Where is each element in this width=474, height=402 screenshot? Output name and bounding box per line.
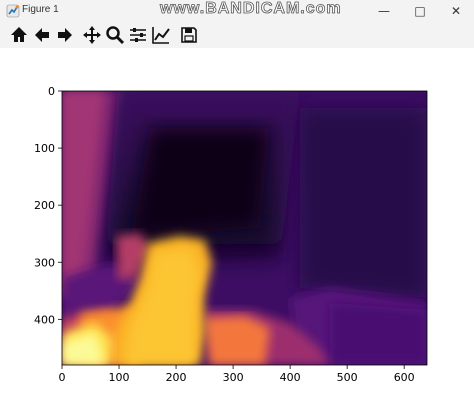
x-tick-label: 500 — [337, 371, 358, 384]
back-arrow-icon[interactable] — [32, 25, 52, 45]
configure-subplots-icon[interactable] — [128, 25, 148, 45]
heatmap-plot: 0 100 200 300 400 500 600 0 100 200 300 400 — [34, 85, 428, 384]
home-icon[interactable] — [9, 25, 29, 45]
toolbar — [0, 22, 474, 48]
heatmap-image — [62, 91, 427, 365]
zoom-icon[interactable] — [105, 25, 125, 45]
y-tick-label: 200 — [34, 199, 55, 212]
y-tick-label: 300 — [34, 256, 55, 269]
x-tick-label: 200 — [166, 371, 187, 384]
pan-icon[interactable] — [82, 25, 102, 45]
close-icon[interactable]: ✕ — [438, 0, 474, 22]
x-tick-label: 100 — [109, 371, 130, 384]
window-title: Figure 1 — [22, 4, 59, 15]
y-tick-label: 0 — [48, 85, 55, 98]
x-tick-label: 400 — [280, 371, 301, 384]
x-tick-label: 0 — [59, 371, 66, 384]
title-bar: Figure 1 www.BANDICAM.com — □ ✕ — [0, 0, 474, 22]
maximize-icon[interactable]: □ — [402, 0, 438, 22]
minimize-icon[interactable]: — — [366, 0, 402, 22]
y-tick-label: 400 — [34, 313, 55, 326]
forward-arrow-icon[interactable] — [55, 25, 75, 45]
edit-axis-icon[interactable] — [151, 25, 171, 45]
x-tick-label: 300 — [223, 371, 244, 384]
figure-canvas: 0 100 200 300 400 500 600 0 100 200 300 400 — [0, 48, 474, 402]
app-icon — [6, 4, 20, 18]
x-tick-label: 600 — [394, 371, 415, 384]
save-icon[interactable] — [179, 25, 199, 45]
y-tick-label: 100 — [34, 142, 55, 155]
watermark: www.BANDICAM.com — [160, 0, 342, 17]
